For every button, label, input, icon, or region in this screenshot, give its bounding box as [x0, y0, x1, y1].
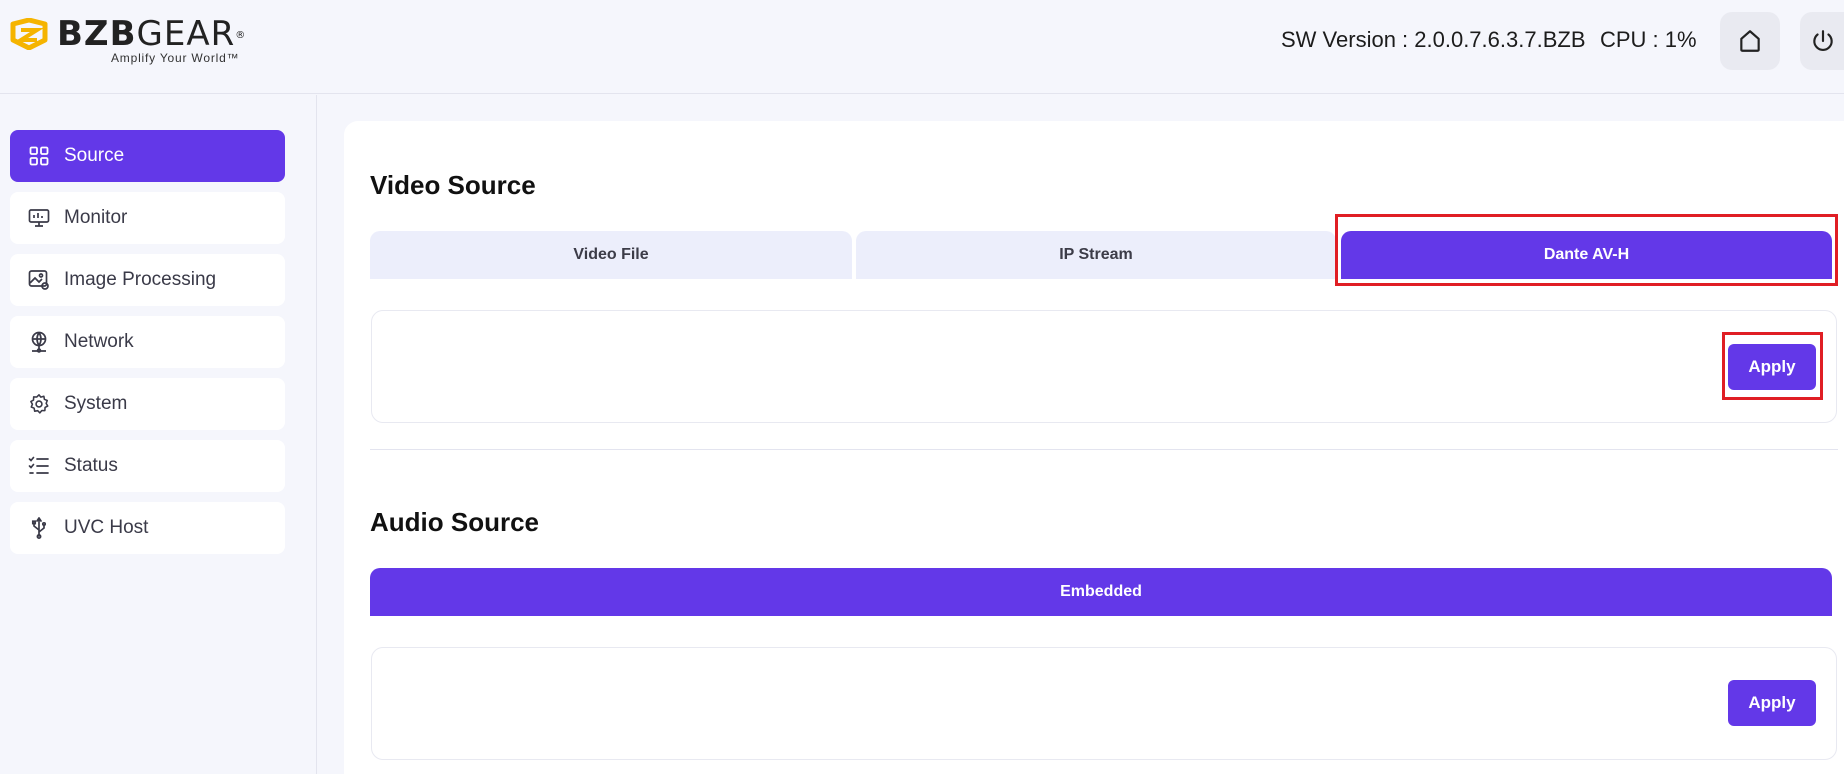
logo-registered: ®	[235, 30, 247, 41]
sidebar-item-label: Network	[64, 331, 134, 352]
power-button[interactable]	[1800, 12, 1844, 70]
logo-text-light: GEAR	[136, 14, 236, 54]
sidebar-item-label: UVC Host	[64, 517, 149, 538]
tab-dante-av-h[interactable]: Dante AV-H	[1341, 231, 1832, 279]
sidebar-item-label: Source	[64, 145, 125, 166]
audio-source-panel	[371, 647, 1837, 760]
sw-version: SW Version : 2.0.0.7.6.3.7.BZB	[1281, 27, 1586, 52]
video-apply-button[interactable]: Apply	[1728, 344, 1816, 390]
audio-source-title: Audio Source	[370, 507, 540, 537]
tab-video-file[interactable]: Video File	[370, 231, 852, 279]
sidebar-item-source[interactable]: Source	[10, 130, 285, 182]
video-source-title: Video Source	[370, 170, 536, 200]
home-button[interactable]	[1720, 12, 1780, 70]
logo-mark-icon	[10, 18, 48, 50]
bzbgear-logo: BZBGEAR® Amplify Your World™	[9, 14, 245, 68]
section-divider	[370, 449, 1838, 450]
sidebar-item-monitor[interactable]: Monitor	[10, 192, 285, 244]
gear-icon	[28, 393, 50, 415]
sidebar-item-status[interactable]: Status	[10, 440, 285, 492]
usb-icon	[28, 517, 50, 539]
image-processing-icon	[28, 269, 50, 291]
tab-embedded[interactable]: Embedded	[370, 568, 1832, 616]
monitor-icon	[28, 207, 50, 229]
network-icon	[28, 331, 50, 353]
video-source-panel	[371, 310, 1837, 423]
top-header: BZBGEAR® Amplify Your World™ SW Version …	[0, 0, 1844, 94]
sidebar-item-label: System	[64, 393, 128, 414]
sidebar-item-label: Image Processing	[64, 269, 217, 290]
sidebar-item-label: Monitor	[64, 207, 128, 228]
sidebar-item-uvc-host[interactable]: UVC Host	[10, 502, 285, 554]
cpu-usage: CPU : 1%	[1600, 27, 1697, 52]
sidebar-item-system[interactable]: System	[10, 378, 285, 430]
logo-text-bold: BZB	[57, 14, 137, 54]
logo-tagline: Amplify Your World™	[111, 51, 240, 65]
checklist-icon	[28, 455, 50, 477]
audio-apply-button[interactable]: Apply	[1728, 680, 1816, 726]
tab-ip-stream[interactable]: IP Stream	[856, 231, 1336, 279]
home-icon	[1740, 30, 1760, 52]
sidebar-item-network[interactable]: Network	[10, 316, 285, 368]
power-icon	[1813, 30, 1833, 52]
sidebar-item-label: Status	[64, 455, 118, 476]
sidebar: Source Monitor Image Processing Network	[0, 95, 317, 774]
sidebar-item-image-processing[interactable]: Image Processing	[10, 254, 285, 306]
grid-icon	[28, 145, 50, 167]
